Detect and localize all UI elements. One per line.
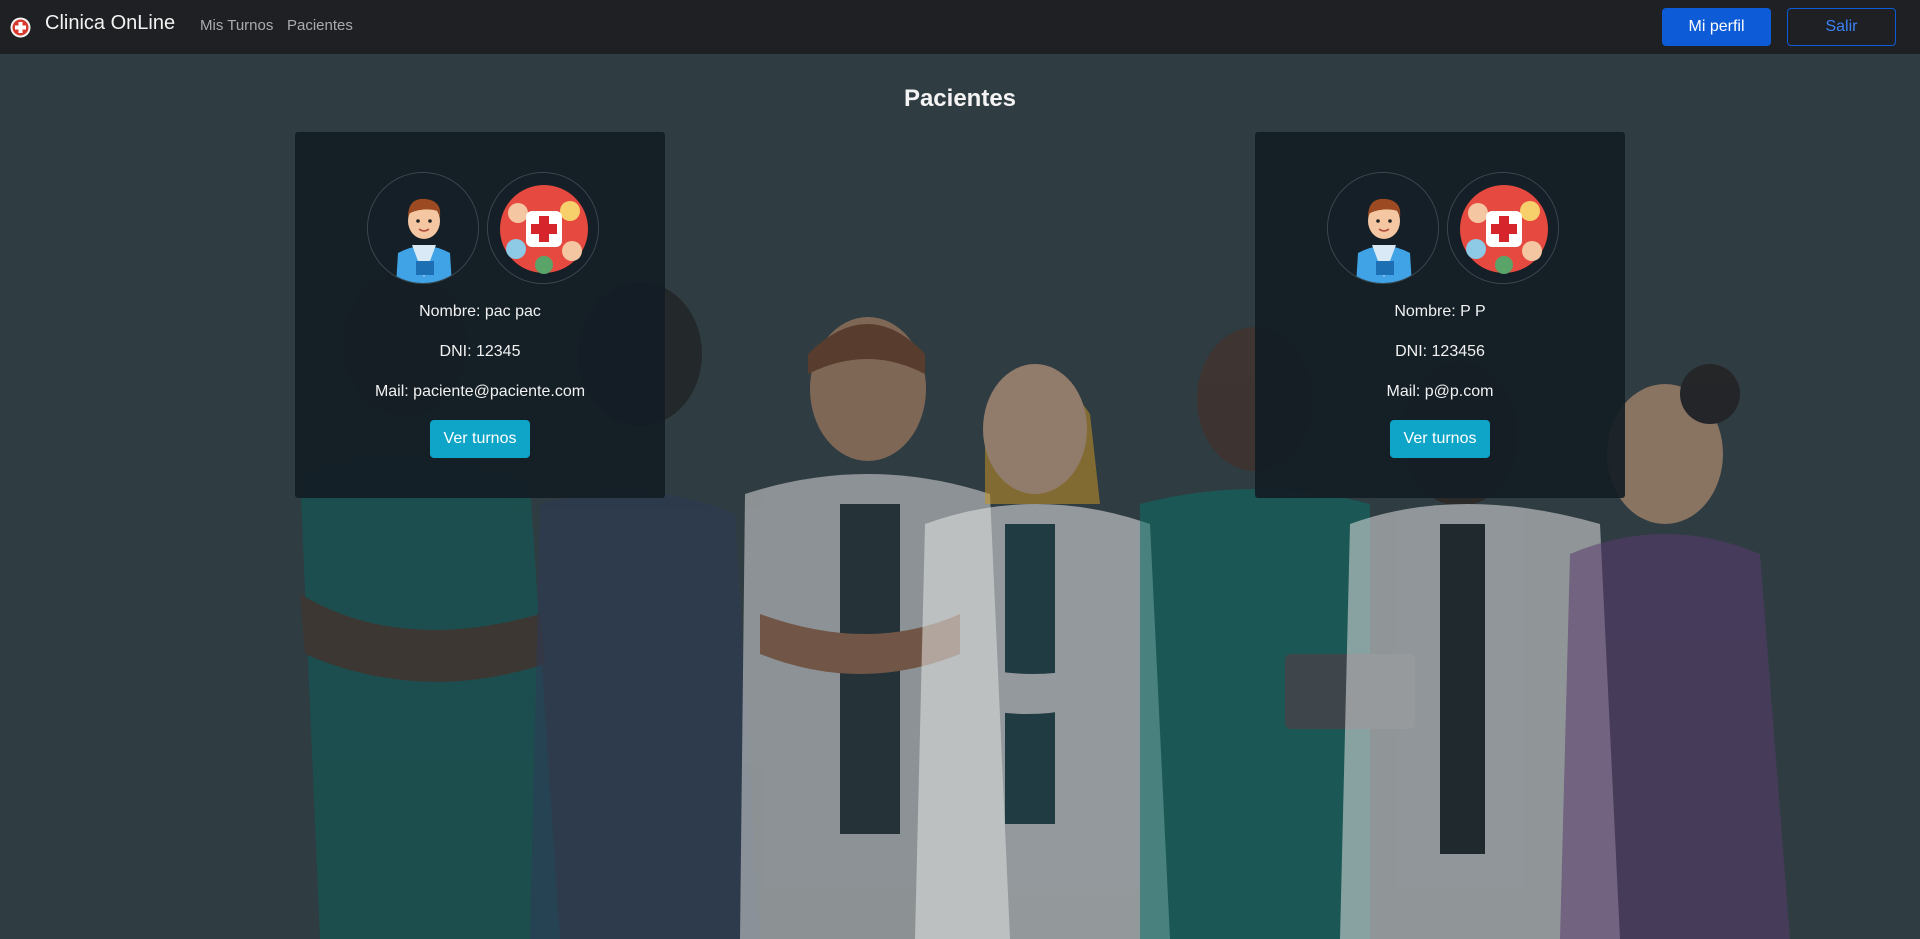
nav-link-pacientes[interactable]: Pacientes [287,17,353,34]
nav-link-mis-turnos[interactable]: Mis Turnos [200,17,273,34]
medical-cross-avatar-icon [487,172,599,284]
ver-turnos-button[interactable]: Ver turnos [1390,420,1490,458]
top-navbar: Clinica OnLine Mis Turnos Pacientes Mi p… [0,0,1920,54]
clinic-logo-icon[interactable] [10,17,31,38]
patient-card: Nombre: P P DNI: 123456 Mail: p@p.com Ve… [1255,132,1625,498]
background-medical-staff-illustration [0,54,1920,939]
patient-mail: Mail: paciente@paciente.com [374,383,586,400]
patient-mail: Mail: p@p.com [1386,383,1494,400]
brand-name[interactable]: Clinica OnLine [45,12,175,35]
patient-avatar-icon [1327,172,1439,284]
page-title: Pacientes [903,85,1017,112]
patient-name: Nombre: pac pac [419,303,541,320]
patient-avatars [295,172,665,284]
patient-avatars [1255,172,1625,284]
profile-button[interactable]: Mi perfil [1662,8,1771,46]
patient-dni: DNI: 12345 [439,343,521,360]
patient-card: Nombre: pac pac DNI: 12345 Mail: pacient… [295,132,665,498]
patient-dni: DNI: 123456 [1395,343,1485,360]
patient-name: Nombre: P P [1394,303,1486,320]
medical-cross-avatar-icon [1447,172,1559,284]
ver-turnos-button[interactable]: Ver turnos [430,420,530,458]
patient-avatar-icon [367,172,479,284]
logout-button[interactable]: Salir [1787,8,1896,46]
